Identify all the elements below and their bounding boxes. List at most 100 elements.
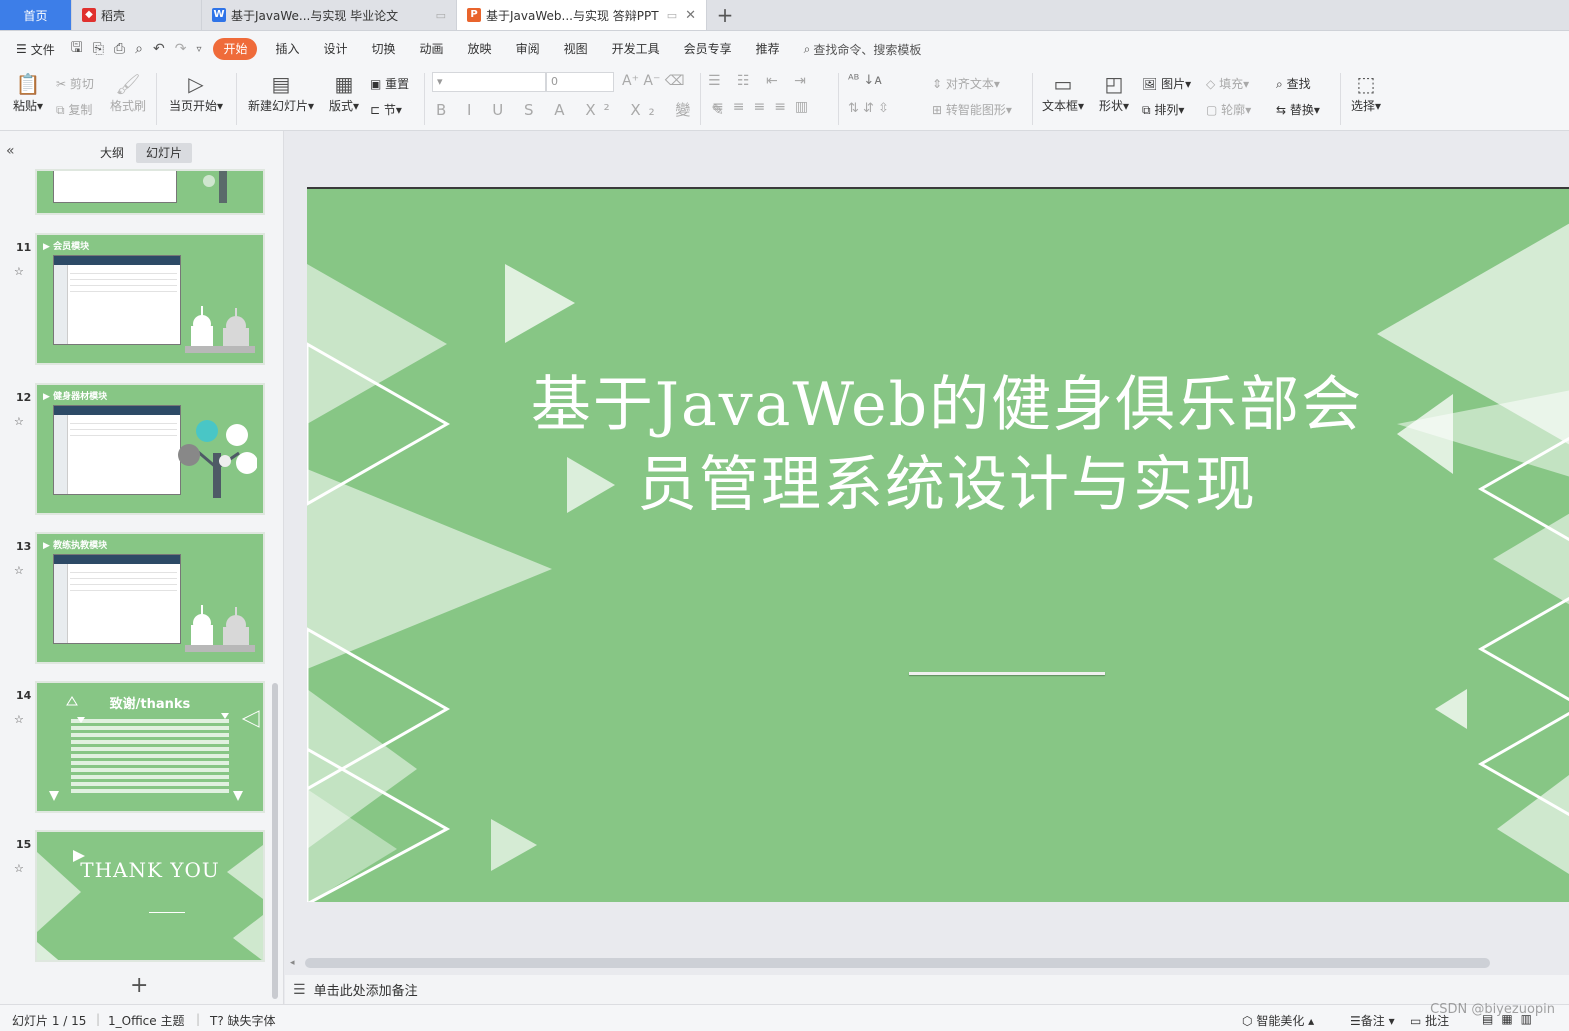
arrange-button[interactable]: ⧉ 排列▾ xyxy=(1142,101,1184,118)
current-slide[interactable]: 基于JavaWeb的健身俱乐部会 员管理系统设计与实现 xyxy=(307,187,1569,902)
scroll-left-arrow[interactable]: ◂ xyxy=(290,958,295,968)
add-slide-button[interactable]: + xyxy=(130,973,148,998)
status-bar: 幻灯片 1 / 15 | 1_Office 主题 | T? 缺失字体 ⬡ 智能美… xyxy=(0,1004,1569,1031)
undo-icon[interactable]: ↶ xyxy=(153,41,165,57)
select-label: 选择 xyxy=(1350,99,1375,113)
tab-slides[interactable]: 幻灯片 xyxy=(136,143,193,163)
menu-home[interactable]: 开始 xyxy=(213,38,258,60)
slide-thumbnail-14[interactable]: 致谢/thanks xyxy=(35,681,265,813)
menu-design[interactable]: 设计 xyxy=(312,38,360,60)
cut-button[interactable]: ✂ 剪切 xyxy=(56,75,94,92)
missing-fonts-button[interactable]: T? 缺失字体 xyxy=(210,1012,276,1029)
slide-thumbnail-11[interactable]: ▶ 会员模块 xyxy=(35,233,265,365)
thumbnail-title-text: 教练执教模块 xyxy=(53,541,108,551)
slide-number: 14 xyxy=(16,689,32,702)
format-painter-label: 格式刷 xyxy=(109,99,146,113)
tab-defense-ppt[interactable]: P 基于JavaWeb...与实现 答辩PPT ▭ ✕ xyxy=(457,0,707,30)
picture-icon: 🖼 xyxy=(1142,77,1158,91)
thumbnail-title-text: 会员模块 xyxy=(53,242,90,252)
divider xyxy=(700,73,701,125)
notes-pane[interactable]: ☰ 单击此处添加备注 xyxy=(285,975,1569,1004)
replace-button[interactable]: ⇆ 替换▾ xyxy=(1276,101,1320,118)
wps-writer-icon: W xyxy=(212,8,226,22)
slide-title-line-1[interactable]: 基于JavaWeb的健身俱乐部会 xyxy=(507,365,1387,445)
paste-label: 粘贴 xyxy=(12,99,37,113)
tab-thesis-doc[interactable]: W 基于JavaWe...与实现 毕业论文 ▭ xyxy=(202,0,457,30)
print-preview-icon[interactable]: ⌕ xyxy=(135,41,143,57)
slide-thumbnail-15[interactable]: THANK YOU xyxy=(35,830,265,962)
tab-thesis-label: 基于JavaWe...与实现 毕业论文 xyxy=(231,8,399,23)
command-search[interactable]: ⌕ 查找命令、搜索模板 xyxy=(804,41,922,58)
file-menu[interactable]: ☰ 文件 xyxy=(16,41,55,58)
smartart-button[interactable]: ⊞ 转智能图形▾ xyxy=(932,101,1012,118)
play-from-current-button[interactable]: ▷ 当页开始▾ xyxy=(166,71,226,114)
thumbnail-scrollbar[interactable] xyxy=(272,683,278,999)
font-style-buttons[interactable]: B I U S A X² X₂ 變 ✎ xyxy=(436,99,732,120)
tab-outline[interactable]: 大纲 xyxy=(90,143,134,163)
menu-developer[interactable]: 开发工具 xyxy=(600,38,672,60)
slide-thumbnail-13[interactable]: ▶ 教练执教模块 xyxy=(35,532,265,664)
new-slide-button[interactable]: ▤ 新建幻灯片▾ xyxy=(244,71,318,114)
menu-animation[interactable]: 动画 xyxy=(408,38,456,60)
shape-button[interactable]: ◰ 形状▾ xyxy=(1096,71,1132,114)
menu-review[interactable]: 审阅 xyxy=(504,38,552,60)
font-family-select[interactable]: ▾ xyxy=(432,72,546,92)
copy-button[interactable]: ⧉ 复制 xyxy=(56,101,92,118)
menu-slideshow[interactable]: 放映 xyxy=(456,38,504,60)
title-underline xyxy=(909,672,1105,675)
font-size-select[interactable]: 0 xyxy=(546,72,614,92)
find-button[interactable]: ⌕ 查找 xyxy=(1276,75,1311,92)
menu-transition[interactable]: 切换 xyxy=(360,38,408,60)
slide-number: 15 xyxy=(16,838,32,851)
layout-button[interactable]: ▦ 版式▾ xyxy=(326,71,362,114)
customize-icon[interactable]: ▿ xyxy=(196,44,201,55)
list-buttons[interactable]: ☰ ☷ ⇤ ⇥ xyxy=(708,73,812,89)
format-painter-button[interactable]: 🖌 格式刷 xyxy=(108,71,148,114)
align-text-label: 对齐文本 xyxy=(945,77,994,91)
reset-button[interactable]: ▣ 重置 xyxy=(370,75,409,92)
hamburger-icon: ☰ xyxy=(16,42,27,56)
menu-bar: ☰ 文件 🖫 ⎘ ⎙ ⌕ ↶ ↷ ▿ 开始 插入 设计 切换 动画 放映 审阅 … xyxy=(0,31,1569,67)
fill-button[interactable]: ◇ 填充▾ xyxy=(1206,75,1249,92)
select-button[interactable]: ⬚ 选择▾ xyxy=(1348,71,1384,114)
smart-beautify-button[interactable]: ⬡ 智能美化 ▴ xyxy=(1242,1012,1314,1029)
triangle-decorations xyxy=(49,696,260,801)
slide-thumbnail-12[interactable]: ▶ 健身器材模块 xyxy=(35,383,265,515)
theme-name[interactable]: 1_Office 主题 xyxy=(108,1012,184,1029)
horizontal-scrollbar[interactable] xyxy=(305,958,1490,968)
screenshot-thumbnail xyxy=(53,255,181,345)
align-text-button[interactable]: ⇕ 对齐文本▾ xyxy=(932,75,1000,92)
collapse-panel-icon[interactable]: « xyxy=(6,143,15,159)
font-grow-icon[interactable]: A⁺ A⁻ ⌫ xyxy=(622,73,685,89)
notes-placeholder: 单击此处添加备注 xyxy=(313,984,418,999)
tab-home[interactable]: 首页 xyxy=(0,0,72,30)
close-tab-icon[interactable]: ✕ xyxy=(685,8,696,23)
export-pdf-icon[interactable]: ⎘ xyxy=(93,41,104,57)
textbox-button[interactable]: ▭ 文本框▾ xyxy=(1040,71,1086,114)
text-direction-icon[interactable]: ᴬᴮ ↓ᴀ xyxy=(848,73,882,88)
menu-insert[interactable]: 插入 xyxy=(263,38,311,60)
outline-icon: ▢ xyxy=(1206,103,1218,117)
slide-thumbnail-10[interactable] xyxy=(35,169,265,215)
tab-ppt-label: 基于JavaWeb...与实现 答辩PPT xyxy=(486,8,659,23)
menu-member[interactable]: 会员专享 xyxy=(672,38,744,60)
notes-toggle-button[interactable]: ☰备注 ▾ xyxy=(1350,1012,1395,1029)
reset-icon: ▣ xyxy=(370,77,382,91)
search-icon: ⌕ xyxy=(803,41,811,56)
picture-button[interactable]: 🖼 图片▾ xyxy=(1142,75,1191,92)
new-tab-button[interactable]: + xyxy=(707,0,743,30)
section-button[interactable]: ⊏ 节▾ xyxy=(370,101,402,118)
align-buttons[interactable]: ≡≡≡≡▥ xyxy=(712,99,817,115)
paste-button[interactable]: 📋 粘贴▾ xyxy=(10,71,46,114)
watermark: CSDN @biyezuopin xyxy=(1430,1002,1555,1017)
menu-recommend[interactable]: 推荐 xyxy=(744,38,792,60)
tab-docer[interactable]: ◆ 稻壳 xyxy=(72,0,202,30)
outline-button[interactable]: ▢ 轮廓▾ xyxy=(1206,101,1251,118)
redo-icon[interactable]: ↷ xyxy=(175,41,187,57)
menu-view[interactable]: 视图 xyxy=(552,38,600,60)
save-icon[interactable]: 🖫 xyxy=(71,37,83,61)
line-spacing-icon[interactable]: ⇅ ⇵ ⇳ xyxy=(848,101,889,116)
slide-title-line-2[interactable]: 员管理系统设计与实现 xyxy=(507,445,1387,525)
layout-label: 版式 xyxy=(328,99,353,113)
print-icon[interactable]: ⎙ xyxy=(114,41,125,57)
